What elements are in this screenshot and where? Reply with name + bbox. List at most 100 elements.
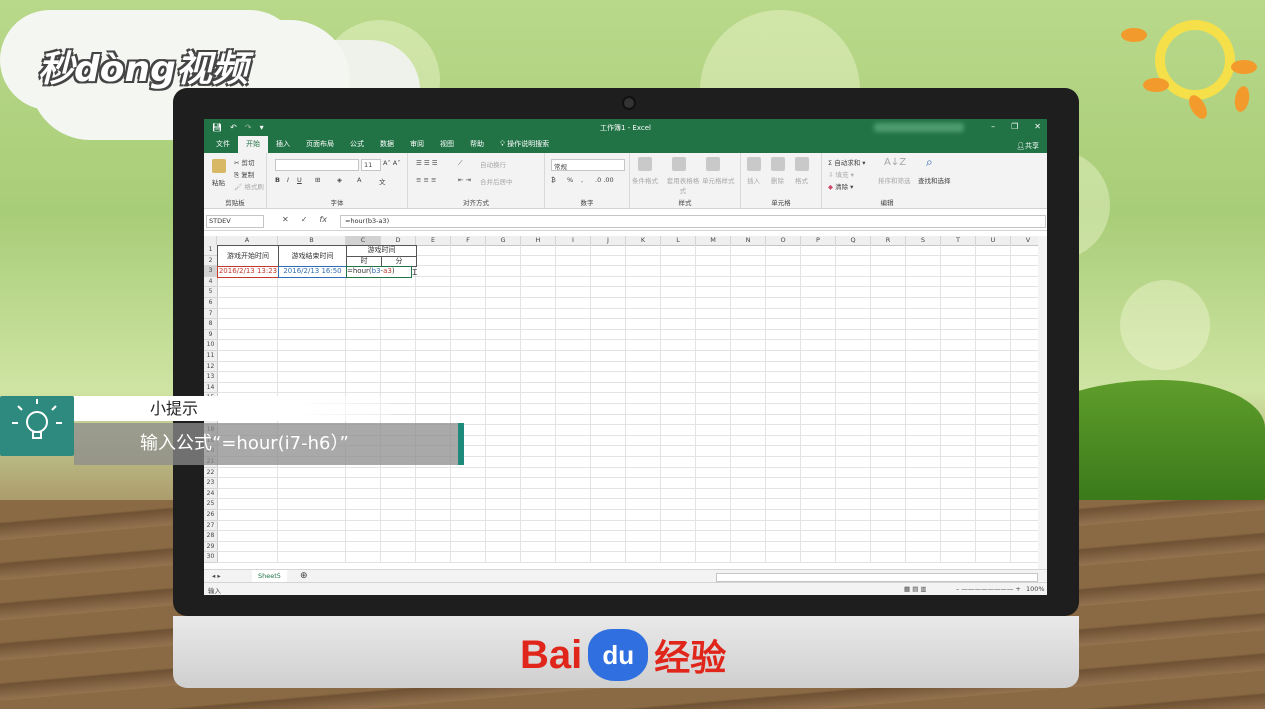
- comma-style-icon[interactable]: ,: [581, 176, 583, 184]
- fill-color-icon[interactable]: ◈: [337, 176, 342, 184]
- wrap-text-button[interactable]: 自动换行: [480, 159, 506, 169]
- tab-data[interactable]: 数据: [372, 139, 402, 153]
- enter-check-icon[interactable]: ✓: [301, 215, 308, 224]
- delete-cells-icon[interactable]: [771, 157, 785, 171]
- column-header-f[interactable]: F: [451, 236, 486, 246]
- column-header-t[interactable]: T: [941, 236, 976, 246]
- column-header-n[interactable]: N: [731, 236, 766, 246]
- orientation-icon[interactable]: ⟋: [458, 159, 463, 168]
- sort-filter-icon[interactable]: A↓Z: [884, 157, 906, 168]
- column-header-e[interactable]: E: [416, 236, 451, 246]
- tab-file[interactable]: 文件: [208, 139, 238, 153]
- tab-review[interactable]: 审阅: [402, 139, 432, 153]
- undo-icon[interactable]: ↶: [230, 123, 237, 132]
- add-sheet-icon[interactable]: ⊕: [300, 571, 308, 581]
- row-header-26[interactable]: 26: [204, 510, 218, 521]
- row-header-9[interactable]: 9: [204, 329, 218, 341]
- number-format-select[interactable]: 常规: [551, 159, 625, 171]
- format-painter-button[interactable]: 🖌︎ 格式刷: [234, 181, 264, 191]
- close-button[interactable]: ✕: [1034, 122, 1041, 131]
- italic-button[interactable]: I: [287, 176, 289, 184]
- row-header-11[interactable]: 11: [204, 351, 218, 362]
- column-header-o[interactable]: O: [766, 236, 801, 246]
- row-header-10[interactable]: 10: [204, 340, 218, 351]
- row-header-29[interactable]: 29: [204, 541, 218, 553]
- fill-button[interactable]: ⇩ 填充 ▾: [828, 169, 854, 179]
- clear-button[interactable]: ◆ 清除 ▾: [828, 181, 853, 191]
- conditional-format-icon[interactable]: [638, 157, 652, 171]
- column-header-m[interactable]: M: [696, 236, 731, 246]
- view-normal-icon[interactable]: ▦ ▤ ▥: [904, 585, 927, 593]
- conditional-format-button[interactable]: 条件格式: [632, 175, 658, 185]
- autosum-button[interactable]: Σ 自动求和 ▾: [828, 157, 866, 167]
- row-header-4[interactable]: 4: [204, 276, 218, 288]
- underline-button[interactable]: U: [297, 176, 302, 184]
- row-header-25[interactable]: 25: [204, 499, 218, 510]
- bold-button[interactable]: B: [275, 176, 280, 184]
- row-header-2[interactable]: 2: [204, 255, 218, 267]
- tab-home[interactable]: 开始: [238, 136, 268, 153]
- table-format-icon[interactable]: [672, 157, 686, 171]
- tab-help[interactable]: 帮助: [462, 139, 492, 153]
- tab-insert[interactable]: 插入: [268, 139, 298, 153]
- row-header-7[interactable]: 7: [204, 308, 218, 320]
- align-top-icon[interactable]: ☰ ☰ ☰: [416, 159, 438, 167]
- format-cells-button[interactable]: 格式: [795, 175, 808, 185]
- sort-filter-button[interactable]: 排序和筛选: [878, 175, 911, 185]
- cancel-icon[interactable]: ✕: [282, 215, 289, 224]
- font-name-box[interactable]: [275, 159, 359, 171]
- sheet-nav-icon[interactable]: ◂ ▸: [212, 572, 221, 580]
- row-header-27[interactable]: 27: [204, 520, 218, 532]
- row-header-8[interactable]: 8: [204, 319, 218, 330]
- row-header-5[interactable]: 5: [204, 287, 218, 298]
- tab-formulas[interactable]: 公式: [342, 139, 372, 153]
- vertical-scrollbar[interactable]: [1038, 236, 1047, 569]
- tab-view[interactable]: 视图: [432, 139, 462, 153]
- font-color-icon[interactable]: A: [357, 176, 361, 184]
- minimize-button[interactable]: –: [991, 122, 995, 131]
- insert-function-icon[interactable]: fx: [319, 215, 327, 224]
- save-icon[interactable]: 💾︎: [212, 123, 222, 132]
- restore-button[interactable]: ❐: [1011, 122, 1018, 131]
- format-as-table-button[interactable]: 套用表格格式: [666, 175, 700, 195]
- row-header-24[interactable]: 24: [204, 488, 218, 500]
- cell-b1[interactable]: 游戏结束时间: [278, 245, 347, 268]
- cell-a1[interactable]: 游戏开始时间: [217, 245, 279, 268]
- borders-icon[interactable]: ⊞: [315, 176, 320, 184]
- copy-button[interactable]: ⎘ 复制: [234, 169, 254, 180]
- grow-shrink-font-icon[interactable]: A˄ A˅: [383, 159, 400, 167]
- row-header-22[interactable]: 22: [204, 467, 218, 479]
- horizontal-scrollbar[interactable]: [716, 573, 1038, 582]
- cell-b3[interactable]: 2016/2/13 16:50: [278, 266, 347, 278]
- customize-toolbar-icon[interactable]: ▾: [260, 123, 264, 132]
- account-area[interactable]: [874, 123, 964, 132]
- delete-cells-button[interactable]: 删除: [771, 175, 784, 185]
- find-magnifier-icon[interactable]: ⌕: [926, 155, 933, 170]
- cell-styles-button[interactable]: 单元格样式: [702, 175, 735, 185]
- row-header-28[interactable]: 28: [204, 531, 218, 542]
- row-header-30[interactable]: 30: [204, 552, 218, 563]
- find-select-button[interactable]: 查找和选择: [918, 175, 951, 185]
- merge-center-button[interactable]: 合并后居中: [480, 176, 513, 186]
- align-left-icon[interactable]: ≡ ≡ ≡: [416, 176, 436, 184]
- column-header-q[interactable]: Q: [836, 236, 871, 246]
- cell-c3-editing[interactable]: =hour(b3-a3) Ɪ: [346, 266, 417, 278]
- font-size-box[interactable]: 11: [361, 159, 381, 171]
- percent-button[interactable]: %: [567, 176, 573, 184]
- column-header-u[interactable]: U: [976, 236, 1011, 246]
- cut-button[interactable]: ✂ 剪切: [234, 157, 255, 167]
- phonetic-icon[interactable]: 文: [379, 176, 386, 186]
- cell-styles-icon[interactable]: [706, 157, 720, 171]
- column-header-k[interactable]: K: [626, 236, 661, 246]
- paste-icon[interactable]: [212, 159, 226, 173]
- accounting-format-icon[interactable]: ₿: [551, 176, 556, 184]
- zoom-slider[interactable]: – ———————— +: [956, 585, 1021, 593]
- indent-icon[interactable]: ⇤ ⇥: [458, 176, 471, 184]
- paste-button[interactable]: 粘贴: [212, 177, 225, 187]
- cell-a3[interactable]: 2016/2/13 13:23: [217, 266, 279, 278]
- row-header-3[interactable]: 3: [204, 266, 218, 277]
- row-header-14[interactable]: 14: [204, 382, 218, 394]
- formula-input[interactable]: =hour(b3-a3): [340, 215, 1046, 228]
- zoom-level[interactable]: 100%: [1026, 585, 1045, 593]
- column-header-h[interactable]: H: [521, 236, 556, 246]
